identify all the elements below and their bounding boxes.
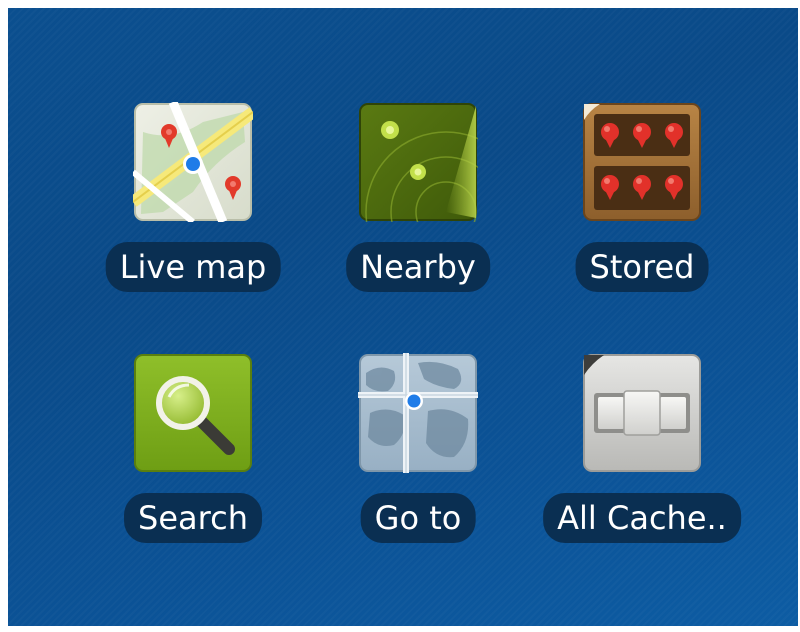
home-screen: Live map Nearby Stored Search Go to All … <box>8 8 798 626</box>
search-tile[interactable]: Search <box>93 353 293 563</box>
live-map-tile[interactable]: Live map <box>93 102 293 312</box>
goto-globe-icon <box>358 353 478 473</box>
all-caches-label: All Cache.. <box>543 493 741 543</box>
stored-tile[interactable]: Stored <box>542 102 742 312</box>
stored-shelf-icon <box>583 103 701 221</box>
live-map-label: Live map <box>105 242 281 292</box>
search-label: Search <box>124 493 262 543</box>
nearby-tile[interactable]: Nearby <box>318 102 518 312</box>
all-caches-box-icon <box>583 354 701 472</box>
all-caches-tile[interactable]: All Cache.. <box>542 353 742 563</box>
nearby-label: Nearby <box>346 242 490 292</box>
goto-label: Go to <box>360 493 476 543</box>
live-map-icon <box>133 102 253 222</box>
nearby-radar-icon <box>359 103 478 222</box>
goto-tile[interactable]: Go to <box>318 353 518 563</box>
stored-label: Stored <box>575 242 709 292</box>
search-magnifier-icon <box>134 354 252 472</box>
